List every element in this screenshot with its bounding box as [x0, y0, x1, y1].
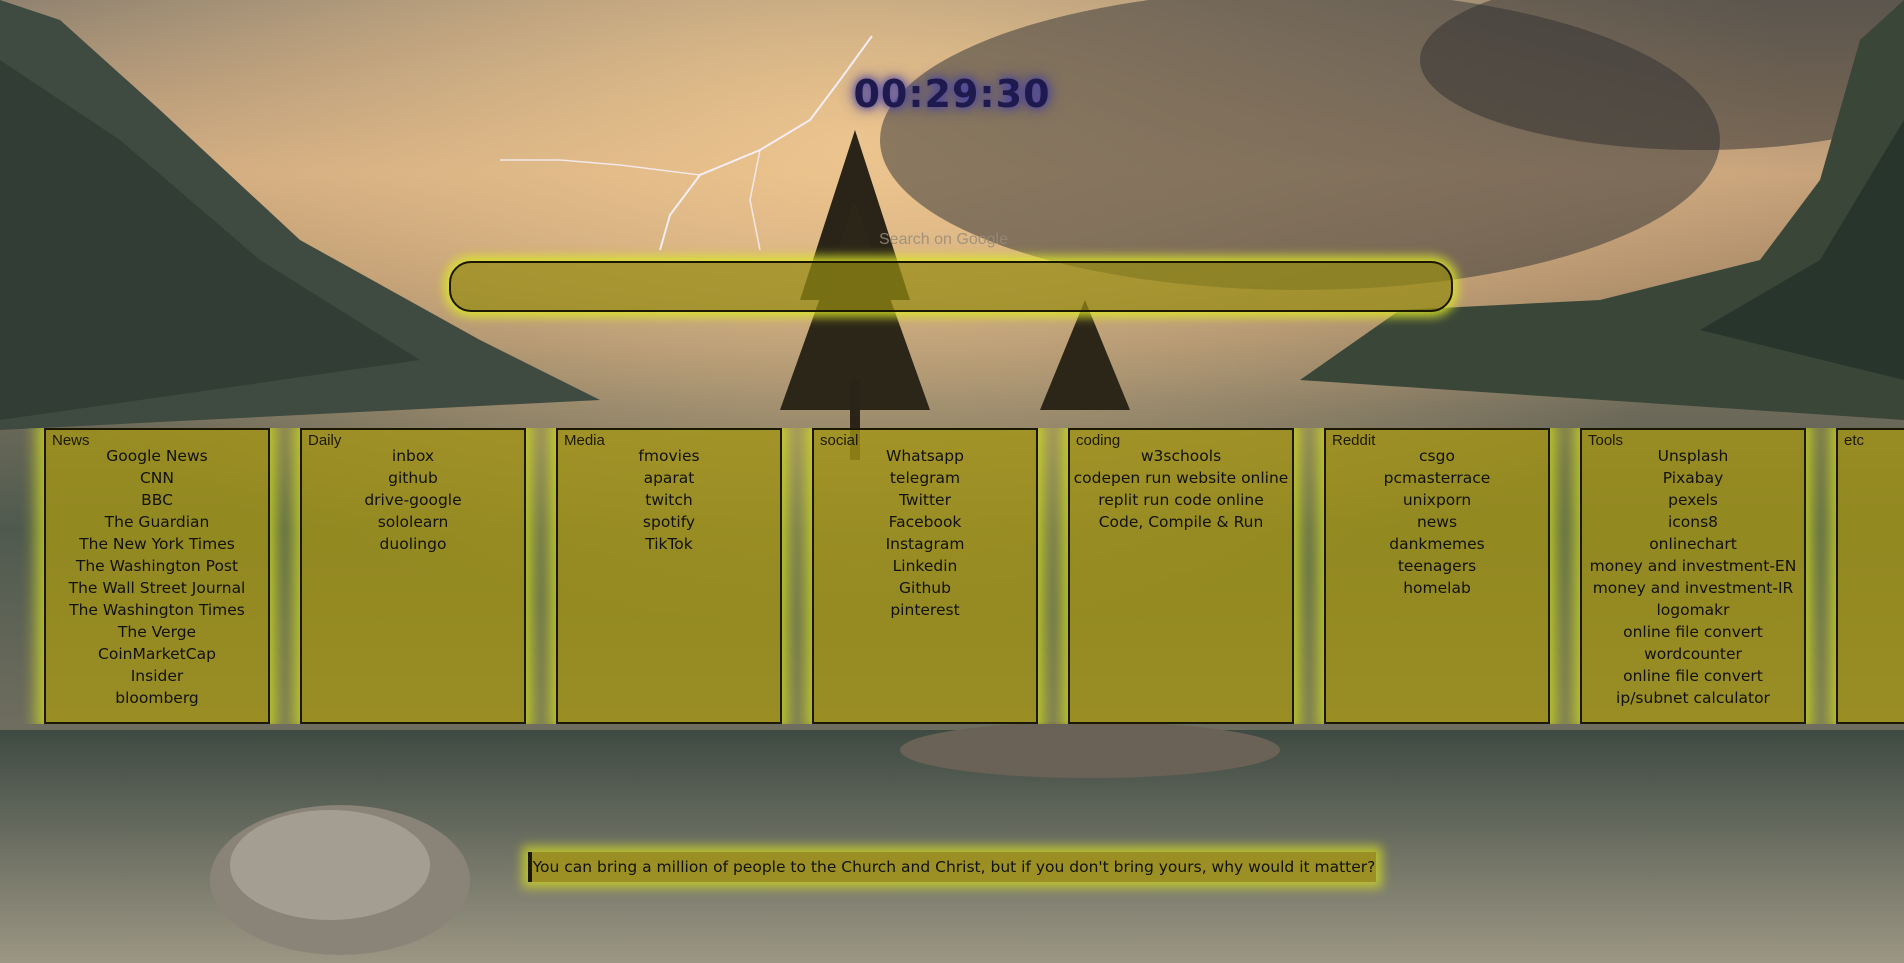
category-card-etc: etc	[1836, 428, 1904, 724]
category-links: Unsplash Pixabay pexels icons8 onlinecha…	[1582, 445, 1804, 709]
bookmark-link[interactable]: csgo	[1326, 445, 1548, 467]
search-input[interactable]	[449, 261, 1453, 312]
category-card-media: Media fmovies aparat twitch spotify TikT…	[556, 428, 782, 724]
bookmark-link[interactable]: bloomberg	[46, 687, 268, 709]
bookmark-link[interactable]: teenagers	[1326, 555, 1548, 577]
bookmark-link[interactable]: codepen run website online	[1070, 467, 1292, 489]
bookmark-link[interactable]: online file convert	[1582, 665, 1804, 687]
bookmark-link[interactable]: aparat	[558, 467, 780, 489]
bookmark-link[interactable]: icons8	[1582, 511, 1804, 533]
bookmark-link[interactable]: CoinMarketCap	[46, 643, 268, 665]
search-container	[449, 261, 1453, 312]
category-links: fmovies aparat twitch spotify TikTok	[558, 445, 780, 555]
bookmark-link[interactable]: The Washington Times	[46, 599, 268, 621]
bookmark-link[interactable]: The Guardian	[46, 511, 268, 533]
category-links: w3schools codepen run website online rep…	[1070, 445, 1292, 533]
bookmark-link[interactable]: unixporn	[1326, 489, 1548, 511]
bookmark-link[interactable]: Instagram	[814, 533, 1036, 555]
category-card-social: social Whatsapp telegram Twitter Faceboo…	[812, 428, 1038, 724]
bookmark-link[interactable]: Pixabay	[1582, 467, 1804, 489]
bookmark-link[interactable]: Twitter	[814, 489, 1036, 511]
bookmark-link[interactable]: Linkedin	[814, 555, 1036, 577]
category-links: Google News CNN BBC The Guardian The New…	[46, 445, 268, 709]
quote-text: You can bring a million of people to the…	[528, 852, 1376, 882]
bookmark-link[interactable]: Unsplash	[1582, 445, 1804, 467]
bookmark-link[interactable]: wordcounter	[1582, 643, 1804, 665]
bookmark-link[interactable]: CNN	[46, 467, 268, 489]
category-card-coding: coding w3schools codepen run website onl…	[1068, 428, 1294, 724]
bookmark-link[interactable]: w3schools	[1070, 445, 1292, 467]
bookmark-link[interactable]: news	[1326, 511, 1548, 533]
bookmark-link[interactable]: TikTok	[558, 533, 780, 555]
bookmark-link[interactable]: pexels	[1582, 489, 1804, 511]
bookmark-link[interactable]: github	[302, 467, 524, 489]
category-links: csgo pcmasterrace unixporn news dankmeme…	[1326, 445, 1548, 599]
bookmark-link[interactable]: The New York Times	[46, 533, 268, 555]
category-card-news: News Google News CNN BBC The Guardian Th…	[44, 428, 270, 724]
bookmark-link[interactable]: replit run code online	[1070, 489, 1292, 511]
bookmark-link[interactable]: money and investment-IR	[1582, 577, 1804, 599]
bookmark-link[interactable]: online file convert	[1582, 621, 1804, 643]
category-links: Whatsapp telegram Twitter Facebook Insta…	[814, 445, 1036, 621]
bookmark-link[interactable]: pinterest	[814, 599, 1036, 621]
bookmark-link[interactable]: sololearn	[302, 511, 524, 533]
bookmark-categories: News Google News CNN BBC The Guardian Th…	[0, 428, 1904, 724]
bookmark-link[interactable]: homelab	[1326, 577, 1548, 599]
bookmark-link[interactable]: Insider	[46, 665, 268, 687]
search-label: Search on Google	[879, 231, 1008, 248]
bookmark-link[interactable]: dankmemes	[1326, 533, 1548, 555]
bookmark-link[interactable]: twitch	[558, 489, 780, 511]
bookmark-link[interactable]: Facebook	[814, 511, 1036, 533]
bookmark-link[interactable]: The Wall Street Journal	[46, 577, 268, 599]
bookmark-link[interactable]: ip/subnet calculator	[1582, 687, 1804, 709]
bookmark-link[interactable]: onlinechart	[1582, 533, 1804, 555]
bookmark-link[interactable]: Google News	[46, 445, 268, 467]
bookmark-link[interactable]: pcmasterrace	[1326, 467, 1548, 489]
category-links: inbox github drive-google sololearn duol…	[302, 445, 524, 555]
bookmark-link[interactable]: duolingo	[302, 533, 524, 555]
bookmark-link[interactable]: The Washington Post	[46, 555, 268, 577]
bookmark-link[interactable]: inbox	[302, 445, 524, 467]
bookmark-link[interactable]: telegram	[814, 467, 1036, 489]
bookmark-link[interactable]: fmovies	[558, 445, 780, 467]
bookmark-link[interactable]: spotify	[558, 511, 780, 533]
category-card-reddit: Reddit csgo pcmasterrace unixporn news d…	[1324, 428, 1550, 724]
bookmark-link[interactable]: BBC	[46, 489, 268, 511]
clock-display: 00:29:30	[853, 72, 1051, 116]
bookmark-link[interactable]: drive-google	[302, 489, 524, 511]
bookmark-link[interactable]: logomakr	[1582, 599, 1804, 621]
bookmark-link[interactable]: Whatsapp	[814, 445, 1036, 467]
category-title: etc	[1844, 432, 1865, 449]
bookmark-link[interactable]: Github	[814, 577, 1036, 599]
category-card-tools: Tools Unsplash Pixabay pexels icons8 onl…	[1580, 428, 1806, 724]
category-card-daily: Daily inbox github drive-google sololear…	[300, 428, 526, 724]
bookmark-link[interactable]: The Verge	[46, 621, 268, 643]
bookmark-link[interactable]: Code, Compile & Run	[1070, 511, 1292, 533]
bookmark-link[interactable]: money and investment-EN	[1582, 555, 1804, 577]
